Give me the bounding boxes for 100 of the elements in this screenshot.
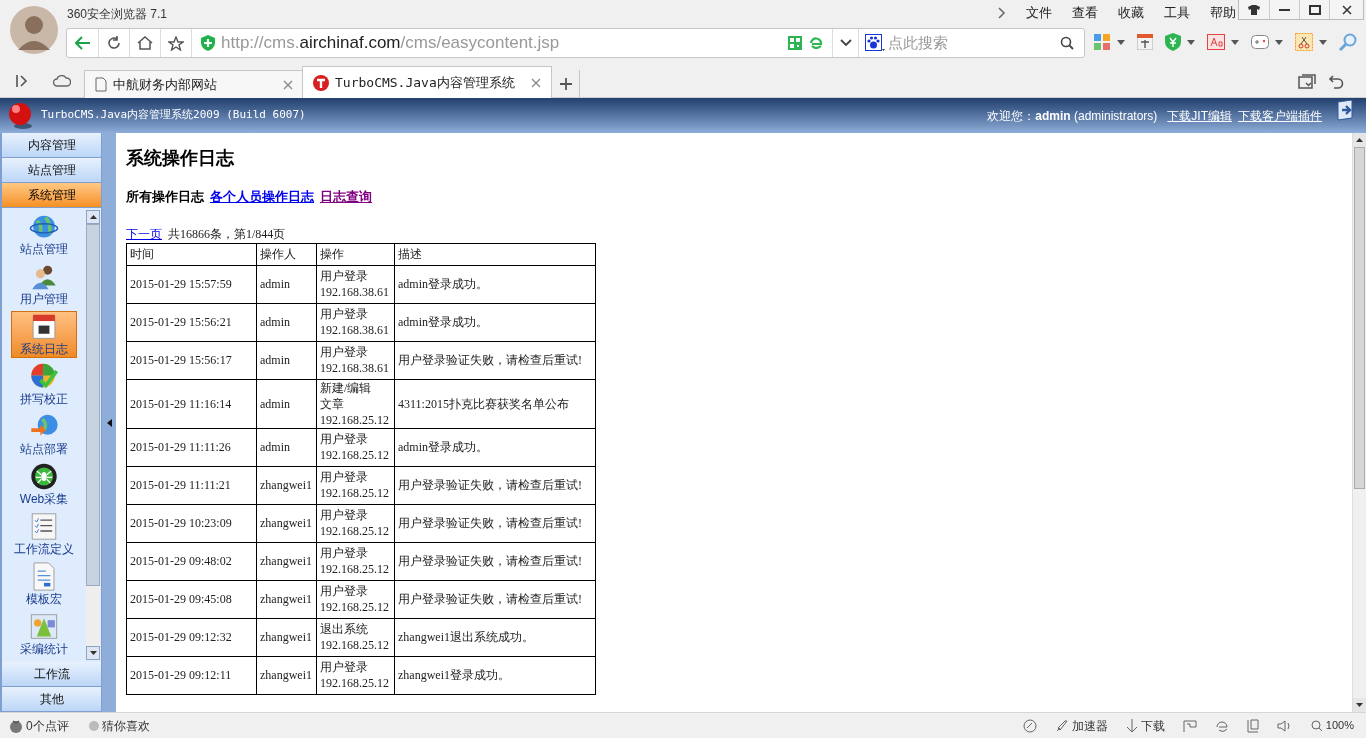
- scroll-thumb[interactable]: [1354, 147, 1365, 489]
- download-arrow-icon[interactable]: [1125, 718, 1138, 733]
- log-tab[interactable]: 日志查询: [320, 187, 372, 207]
- table-cell: 用户登录验证失败，请检查后重试!: [394, 504, 596, 542]
- column-header: 操作人: [256, 243, 317, 265]
- ip-address: 192.168.38.61: [320, 322, 390, 338]
- maximize-icon: [1308, 4, 1321, 15]
- operation-text: 用户登录: [320, 469, 369, 485]
- accelerator-button[interactable]: 加速器: [1071, 716, 1108, 735]
- zoom-icon[interactable]: [1310, 719, 1323, 732]
- operation-text: 用户登录: [320, 583, 369, 599]
- table-cell: admin登录成功。: [394, 265, 596, 303]
- operation-text: 用户登录: [320, 659, 369, 675]
- table-cell: admin: [256, 341, 317, 379]
- section-header[interactable]: 内容管理: [2, 133, 101, 157]
- new-tab-icon[interactable]: [559, 78, 572, 90]
- spider-orb-icon: [29, 462, 59, 491]
- section-header[interactable]: 其他: [2, 687, 101, 711]
- download-button[interactable]: 下载: [1140, 716, 1165, 735]
- scroll-up-icon[interactable]: [89, 215, 97, 219]
- table-cell: 2015-01-29 11:11:26: [126, 428, 257, 466]
- menu-item[interactable]: 工具: [1164, 3, 1190, 23]
- dropdown-arrow-icon[interactable]: [1117, 39, 1125, 45]
- picture-chart-icon: [29, 612, 59, 641]
- calendar-icon: [29, 312, 59, 341]
- menu-item[interactable]: 收藏: [1118, 3, 1144, 23]
- table-cell: zhangwei1: [256, 618, 317, 656]
- tab-list-icon[interactable]: [1298, 74, 1316, 90]
- table-cell: 2015-01-29 09:12:11: [126, 656, 257, 694]
- log-tab[interactable]: 所有操作日志: [126, 187, 204, 207]
- sidebar-item[interactable]: 系统日志: [11, 311, 77, 358]
- dropdown-arrow-icon[interactable]: [1319, 39, 1327, 45]
- scroll-down-icon[interactable]: [89, 651, 97, 655]
- sidebar-item[interactable]: 用户管理: [11, 261, 77, 308]
- zoom-level[interactable]: 100%: [1325, 717, 1354, 734]
- browser-tab[interactable]: TurboCMS.Java内容管理系统: [302, 66, 552, 98]
- sidebar-item[interactable]: Web采集: [11, 461, 77, 508]
- dropdown-arrow-icon[interactable]: [1187, 39, 1195, 45]
- table-cell: zhangwei1: [256, 580, 317, 618]
- operation-text: 用户登录: [320, 507, 369, 523]
- table-cell: admin登录成功。: [394, 428, 596, 466]
- table-cell: zhangwei1登录成功。: [394, 656, 596, 694]
- comments-count[interactable]: 0个点评: [26, 716, 69, 735]
- logout-icon[interactable]: [1334, 100, 1356, 122]
- cloud-icon[interactable]: [53, 75, 71, 87]
- section-header[interactable]: 工作流: [2, 662, 101, 686]
- undo-icon[interactable]: [1328, 74, 1344, 90]
- table-cell: 2015-01-29 15:56:17: [126, 341, 257, 379]
- ip-address: 192.168.25.12: [320, 485, 390, 501]
- gamepad-icon[interactable]: [1251, 35, 1269, 49]
- sidebar-item[interactable]: 拼写校正: [11, 361, 77, 408]
- close-icon: [1341, 4, 1352, 15]
- tab-close-icon[interactable]: [283, 79, 293, 90]
- dot-icon[interactable]: [88, 720, 99, 731]
- scroll-up-icon[interactable]: [1356, 138, 1363, 142]
- section-header[interactable]: 系统管理: [2, 183, 101, 207]
- menu-item[interactable]: 查看: [1072, 3, 1098, 23]
- sidebar-toggle-icon[interactable]: [16, 75, 28, 87]
- browser-tab[interactable]: 中航财务内部网站: [84, 70, 304, 98]
- scroll-thumb[interactable]: [86, 224, 100, 586]
- dropdown-arrow-icon[interactable]: [1231, 39, 1239, 45]
- sidebar-item[interactable]: 工作流定义: [11, 511, 77, 558]
- ip-address: 192.168.25.12: [320, 411, 390, 428]
- collapse-arrow-icon[interactable]: [106, 418, 112, 427]
- window-icon[interactable]: [1246, 718, 1259, 733]
- money-shield-icon[interactable]: [1165, 33, 1181, 51]
- next-page-link[interactable]: 下一页: [126, 224, 162, 243]
- menu-item[interactable]: 帮助: [1210, 3, 1236, 23]
- scrollbar[interactable]: [1352, 133, 1366, 712]
- recommend-link[interactable]: 猜你喜欢: [101, 716, 150, 735]
- avatar-icon[interactable]: [10, 6, 58, 54]
- chevron-right-icon[interactable]: [998, 6, 1006, 19]
- speaker-icon[interactable]: [1276, 718, 1293, 733]
- sidebar-item[interactable]: 站点部署: [11, 411, 77, 458]
- sidebar-item[interactable]: 模板宏: [11, 561, 77, 608]
- table-cell: 2015-01-29 09:48:02: [126, 542, 257, 580]
- table-cell: zhangwei1: [256, 542, 317, 580]
- table-cell: 2015-01-29 11:11:21: [126, 466, 257, 504]
- dropdown-arrow-icon[interactable]: [1275, 39, 1283, 45]
- header-link[interactable]: 下载JIT编辑: [1167, 106, 1232, 125]
- menu-item[interactable]: 文件: [1026, 3, 1052, 23]
- sidebar-item[interactable]: 站点管理: [11, 211, 77, 258]
- pdf-icon[interactable]: [1207, 34, 1225, 50]
- sidebar-item[interactable]: 采编统计: [11, 611, 77, 658]
- checklist-icon: [29, 512, 59, 541]
- tomato-icon[interactable]: [8, 718, 24, 733]
- browser-title: 360安全浏览器 7.1: [67, 6, 168, 23]
- scrollbar[interactable]: [86, 210, 100, 660]
- translate-icon[interactable]: [1137, 34, 1153, 50]
- column-header: 描述: [394, 243, 596, 265]
- apps-icon[interactable]: [1093, 33, 1111, 51]
- check-ball-icon: [29, 362, 59, 391]
- scissors-icon[interactable]: [1295, 33, 1313, 51]
- ip-address: 192.168.25.12: [320, 637, 390, 653]
- ip-address: 192.168.25.12: [320, 561, 390, 577]
- section-header[interactable]: 站点管理: [2, 158, 101, 182]
- scroll-down-icon[interactable]: [1356, 703, 1363, 707]
- header-link[interactable]: 下载客户端插件: [1238, 106, 1322, 125]
- tab-close-icon[interactable]: [531, 77, 541, 88]
- log-tab[interactable]: 各个人员操作日志: [210, 187, 314, 207]
